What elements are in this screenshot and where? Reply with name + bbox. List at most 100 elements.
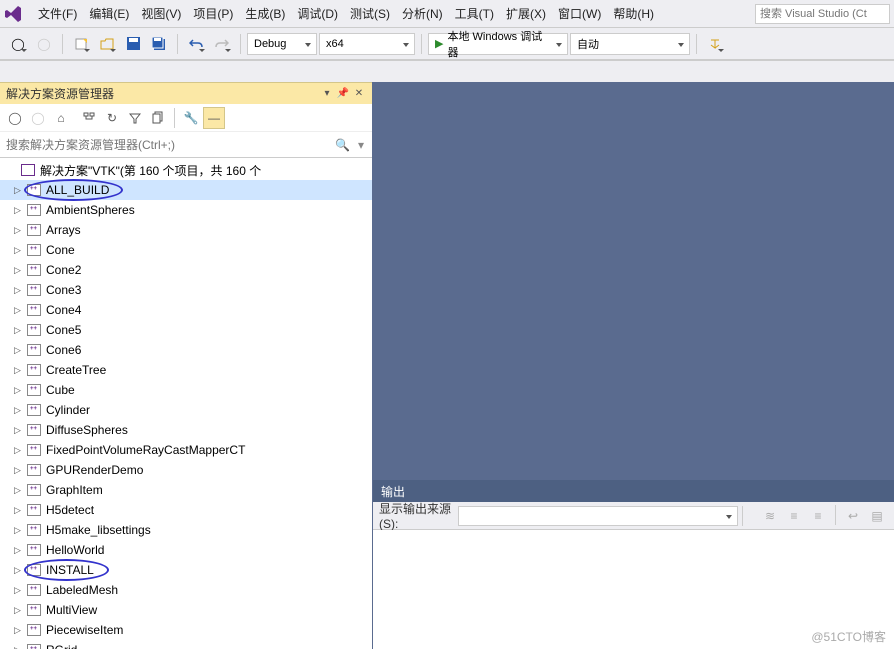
switch-views-icon[interactable] <box>78 107 100 129</box>
caret-icon[interactable]: ▷ <box>14 345 26 356</box>
menu-item[interactable]: 视图(V) <box>135 1 187 26</box>
properties-icon[interactable]: 🔧 <box>180 107 202 129</box>
sync-icon[interactable]: ↻ <box>101 107 123 129</box>
forward-nav-button[interactable]: ◯ <box>32 32 56 56</box>
project-node[interactable]: ▷DiffuseSpheres <box>0 420 372 440</box>
save-all-button[interactable] <box>147 32 171 56</box>
caret-icon[interactable]: ▷ <box>14 245 26 256</box>
project-node[interactable]: ▷FixedPointVolumeRayCastMapperCT <box>0 440 372 460</box>
undo-button[interactable] <box>184 32 208 56</box>
caret-icon[interactable]: ▷ <box>14 645 26 649</box>
caret-icon[interactable]: ▷ <box>14 385 26 396</box>
caret-icon[interactable]: ▷ <box>14 545 26 556</box>
caret-icon[interactable]: ▷ <box>14 185 26 196</box>
search-icon[interactable]: 🔍 <box>331 138 354 152</box>
menu-item[interactable]: 扩展(X) <box>500 1 552 26</box>
output-text-area[interactable] <box>373 530 894 649</box>
home-icon[interactable]: ⌂ <box>50 107 72 129</box>
caret-icon[interactable]: ▷ <box>14 565 26 576</box>
project-node[interactable]: ▷ALL_BUILD <box>0 180 372 200</box>
menu-item[interactable]: 文件(F) <box>32 1 83 26</box>
menu-item[interactable]: 生成(B) <box>239 1 291 26</box>
forward-button[interactable]: ◯ <box>27 107 49 129</box>
caret-icon[interactable]: ▷ <box>14 585 26 596</box>
preview-selected-icon[interactable]: — <box>203 107 225 129</box>
caret-icon[interactable]: ▷ <box>14 605 26 616</box>
project-node[interactable]: ▷Cone4 <box>0 300 372 320</box>
project-node[interactable]: ▷AmbientSpheres <box>0 200 372 220</box>
indent-right-icon[interactable]: ≡ <box>807 505 829 527</box>
project-node[interactable]: ▷GraphItem <box>0 480 372 500</box>
project-node[interactable]: ▷Cone5 <box>0 320 372 340</box>
project-node[interactable]: ▷MultiView <box>0 600 372 620</box>
project-node[interactable]: ▷H5detect <box>0 500 372 520</box>
indent-left-icon[interactable]: ≡ <box>783 505 805 527</box>
caret-icon[interactable]: ▷ <box>14 425 26 436</box>
toggle-icon[interactable]: ▤ <box>866 505 888 527</box>
project-node[interactable]: ▷Arrays <box>0 220 372 240</box>
solution-search[interactable]: 🔍 ▾ <box>0 132 372 158</box>
solution-node[interactable]: 解决方案"VTK"(第 160 个项目，共 160 个 <box>0 160 372 180</box>
project-node[interactable]: ▷Cube <box>0 380 372 400</box>
pin-icon[interactable]: 📌 <box>336 87 350 101</box>
menu-item[interactable]: 测试(S) <box>344 1 396 26</box>
caret-icon[interactable]: ▷ <box>14 285 26 296</box>
filter-icon[interactable] <box>124 107 146 129</box>
caret-icon[interactable]: ▷ <box>14 405 26 416</box>
solution-search-input[interactable] <box>4 136 331 154</box>
project-node[interactable]: ▷PiecewiseItem <box>0 620 372 640</box>
project-node[interactable]: ▷Cone2 <box>0 260 372 280</box>
open-file-button[interactable] <box>95 32 119 56</box>
redo-button[interactable] <box>210 32 234 56</box>
project-node[interactable]: ▷INSTALL <box>0 560 372 580</box>
menu-item[interactable]: 调试(D) <box>291 1 344 26</box>
menu-item[interactable]: 编辑(E) <box>83 1 135 26</box>
caret-icon[interactable]: ▷ <box>14 365 26 376</box>
caret-icon[interactable]: ▷ <box>14 305 26 316</box>
caret-icon[interactable]: ▷ <box>14 325 26 336</box>
show-all-files-icon[interactable] <box>147 107 169 129</box>
close-icon[interactable]: ✕ <box>352 87 366 101</box>
project-node[interactable]: ▷Cylinder <box>0 400 372 420</box>
back-button[interactable]: ◯ <box>4 107 26 129</box>
new-project-button[interactable] <box>69 32 93 56</box>
project-node[interactable]: ▷RGrid <box>0 640 372 649</box>
caret-icon[interactable]: ▷ <box>14 625 26 636</box>
step-into-button[interactable] <box>703 32 727 56</box>
output-titlebar[interactable]: 输出 <box>373 480 894 502</box>
caret-icon[interactable]: ▷ <box>14 265 26 276</box>
caret-icon[interactable]: ▷ <box>14 205 26 216</box>
project-node[interactable]: ▷CreateTree <box>0 360 372 380</box>
menu-item[interactable]: 帮助(H) <box>607 1 660 26</box>
panel-menu-icon[interactable]: ▾ <box>320 87 334 101</box>
caret-icon[interactable]: ▷ <box>14 225 26 236</box>
auto-combo[interactable]: 自动 <box>570 33 690 55</box>
clear-output-icon[interactable]: ≋ <box>759 505 781 527</box>
project-node[interactable]: ▷LabeledMesh <box>0 580 372 600</box>
quick-search-input[interactable] <box>755 4 890 24</box>
menu-item[interactable]: 项目(P) <box>187 1 239 26</box>
solution-tree[interactable]: 解决方案"VTK"(第 160 个项目，共 160 个 ▷ALL_BUILD▷A… <box>0 158 372 649</box>
solution-explorer-titlebar[interactable]: 解决方案资源管理器 ▾ 📌 ✕ <box>0 82 372 104</box>
wrap-icon[interactable]: ↩ <box>842 505 864 527</box>
caret-icon[interactable]: ▷ <box>14 525 26 536</box>
caret-icon[interactable]: ▷ <box>14 505 26 516</box>
output-source-combo[interactable] <box>458 506 738 526</box>
caret-icon[interactable]: ▷ <box>14 485 26 496</box>
config-combo[interactable]: Debug <box>247 33 317 55</box>
project-node[interactable]: ▷Cone3 <box>0 280 372 300</box>
project-node[interactable]: ▷GPURenderDemo <box>0 460 372 480</box>
back-nav-button[interactable]: ◯ <box>6 32 30 56</box>
project-node[interactable]: ▷Cone6 <box>0 340 372 360</box>
project-node[interactable]: ▷Cone <box>0 240 372 260</box>
project-node[interactable]: ▷H5make_libsettings <box>0 520 372 540</box>
menu-item[interactable]: 分析(N) <box>396 1 449 26</box>
platform-combo[interactable]: x64 <box>319 33 415 55</box>
menu-item[interactable]: 窗口(W) <box>552 1 607 26</box>
menu-item[interactable]: 工具(T) <box>449 1 500 26</box>
search-options-icon[interactable]: ▾ <box>354 138 368 152</box>
project-node[interactable]: ▷HelloWorld <box>0 540 372 560</box>
caret-icon[interactable]: ▷ <box>14 465 26 476</box>
debug-target-combo[interactable]: ▶本地 Windows 调试器 <box>428 33 568 55</box>
save-button[interactable] <box>121 32 145 56</box>
